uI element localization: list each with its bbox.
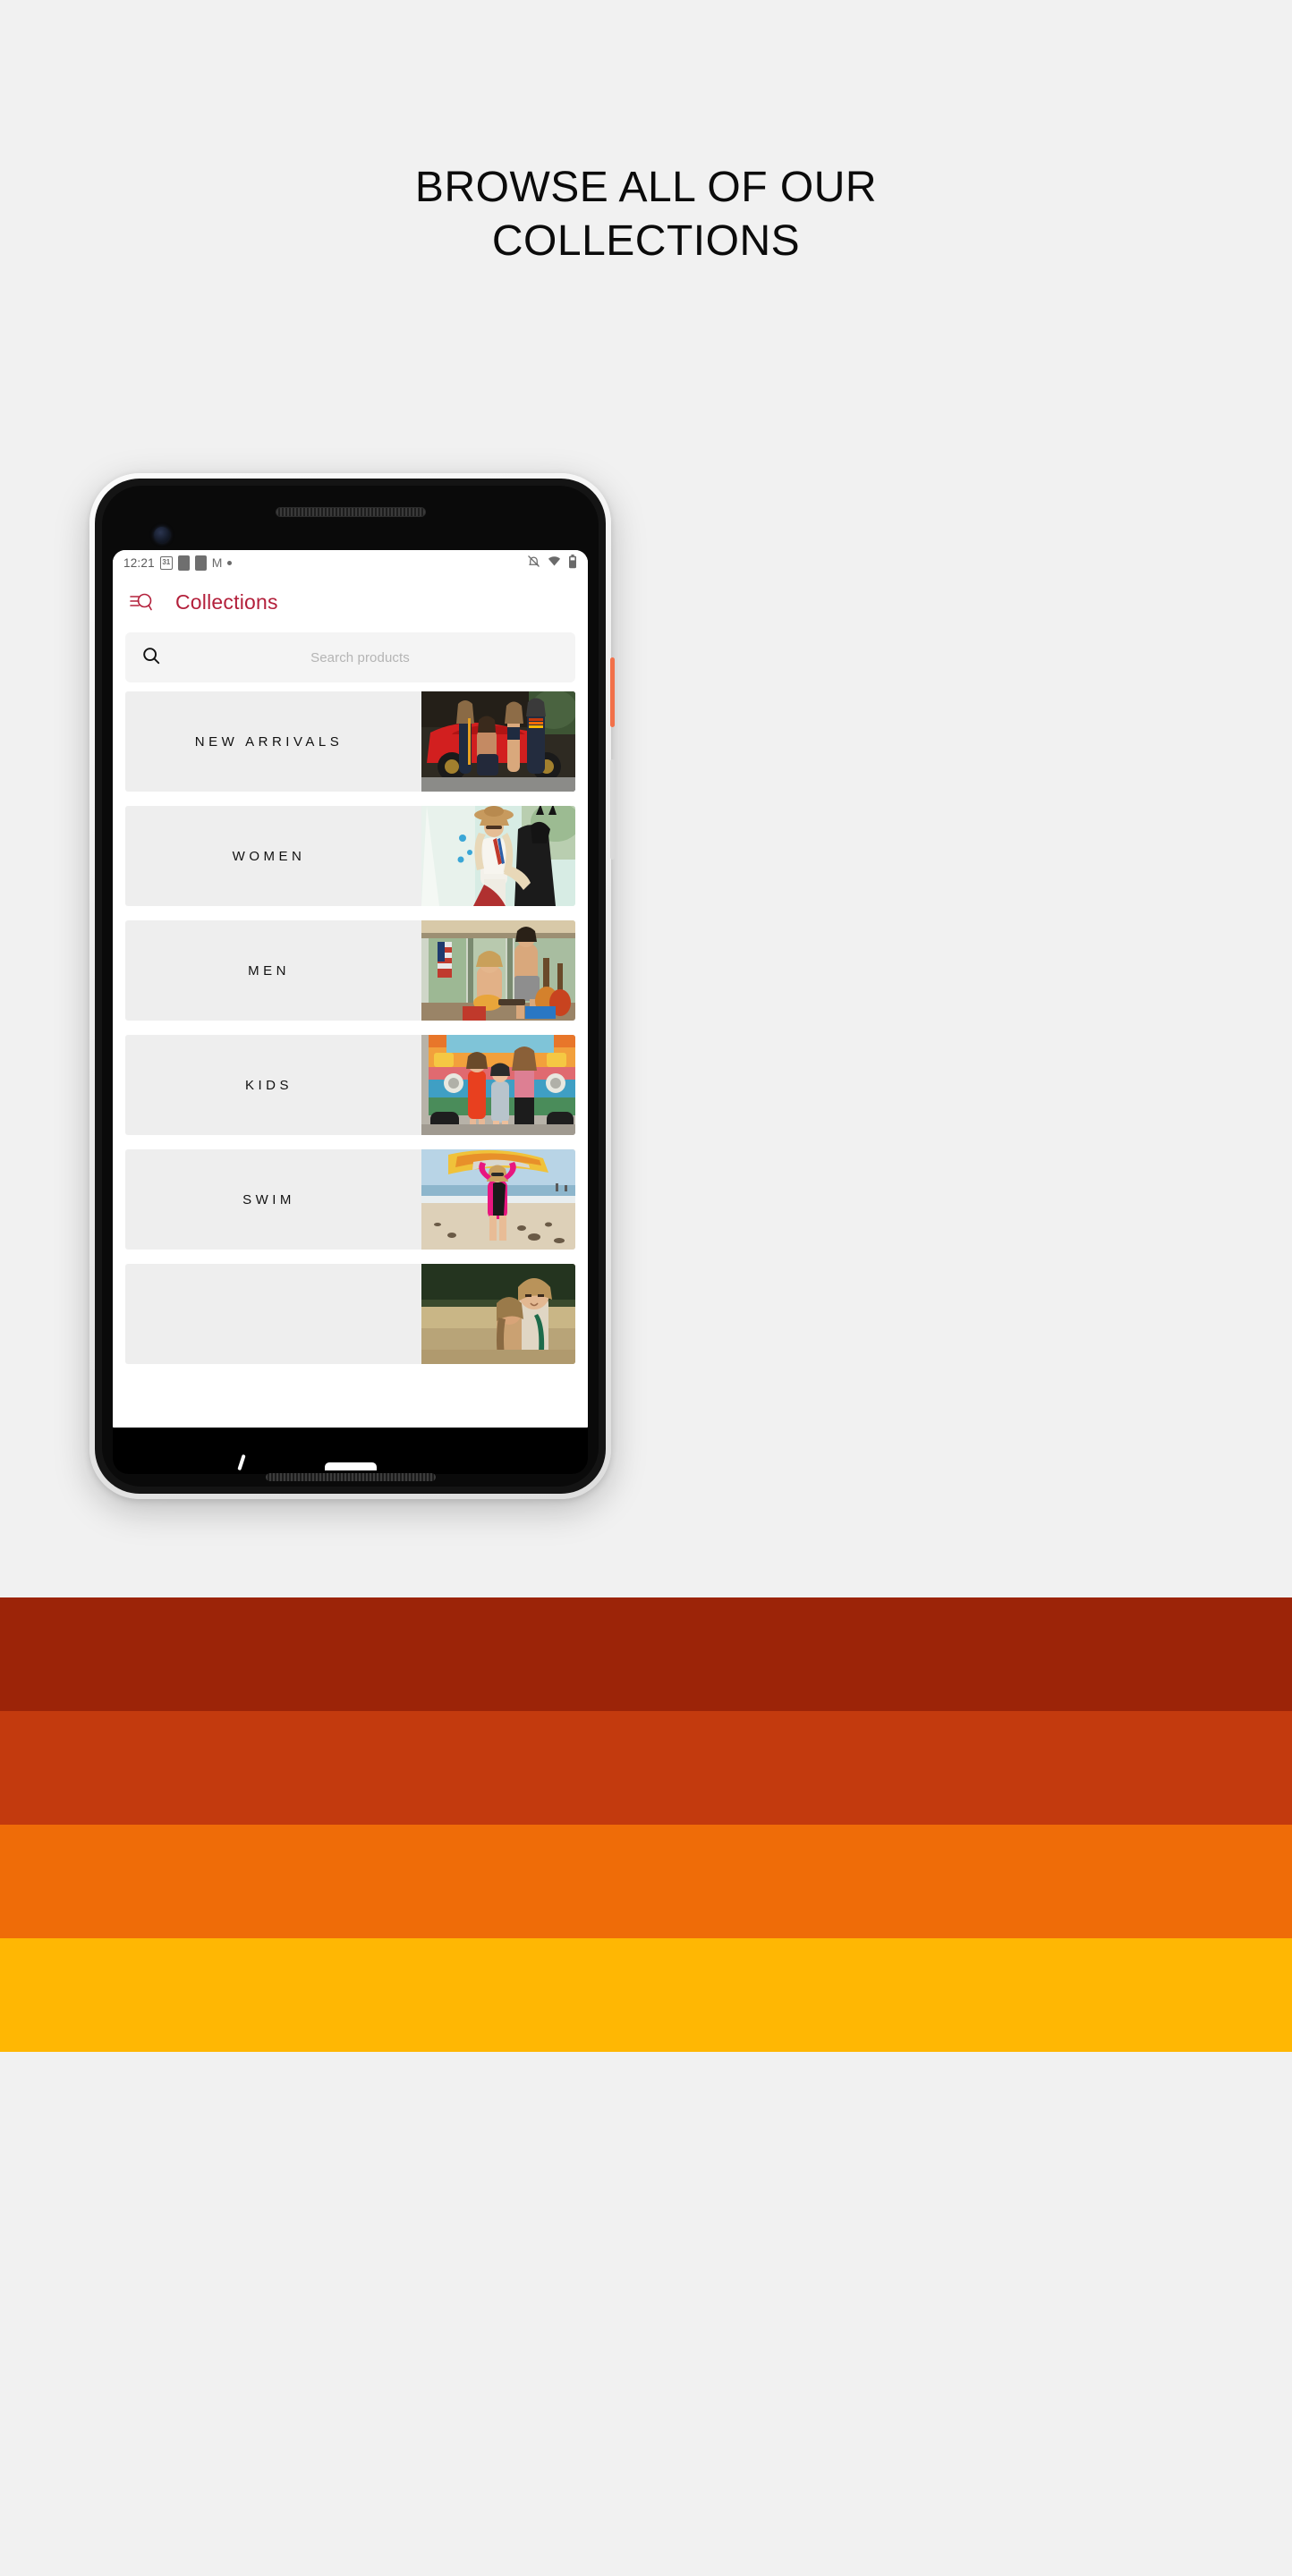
collection-row-partial[interactable]: [125, 1264, 575, 1364]
collection-row-women[interactable]: WOMEN: [125, 806, 575, 906]
collection-label: NEW ARRIVALS: [194, 733, 344, 750]
collection-thumbnail-men: [421, 920, 575, 1021]
battery-icon: [568, 554, 577, 572]
status-bar-clock: 12:21: [123, 555, 155, 570]
collection-label: MEN: [248, 962, 290, 979]
menu-search-icon[interactable]: [129, 590, 154, 614]
bottom-speaker-icon: [265, 1473, 436, 1481]
collection-label: WOMEN: [232, 848, 306, 864]
collection-thumbnail-kids: [421, 1035, 575, 1135]
wifi-icon: [548, 555, 561, 570]
stripe-orange: [0, 1825, 1292, 1938]
collections-list[interactable]: NEW ARRIVALS WOMEN MEN KIDS SWIM: [113, 691, 588, 1429]
collection-row-swim[interactable]: SWIM: [125, 1149, 575, 1250]
collection-row-new-arrivals[interactable]: NEW ARRIVALS: [125, 691, 575, 792]
gmail-icon: M: [211, 555, 223, 570]
collection-thumbnail-women: [421, 806, 575, 906]
collection-row-kids[interactable]: KIDS: [125, 1035, 575, 1135]
status-bar-left: 12:21 31 M: [123, 555, 233, 571]
app-icon: [177, 555, 190, 571]
decorative-stripes: [0, 1597, 1292, 2052]
stripe-amber: [0, 1938, 1292, 2052]
page-title-line-1: BROWSE ALL OF OUR: [414, 164, 878, 211]
back-gesture-icon[interactable]: [237, 1453, 246, 1471]
collection-thumbnail-swim: [421, 1149, 575, 1250]
collection-label: SWIM: [242, 1191, 295, 1208]
power-button[interactable]: [610, 657, 615, 727]
home-gesture-pill[interactable]: [324, 1462, 377, 1470]
stripe-dark-red: [0, 1597, 1292, 1711]
earpiece-speaker-icon: [275, 507, 426, 517]
search-icon: [141, 646, 161, 670]
notifications-off-icon: [527, 555, 540, 571]
collection-row-men[interactable]: MEN: [125, 920, 575, 1021]
app-header: Collections: [113, 575, 588, 629]
android-navigation-bar: [113, 1428, 588, 1474]
front-camera-icon: [154, 527, 170, 543]
phone-screen: 12:21 31 M Collections Search products N…: [113, 550, 588, 1429]
search-input[interactable]: Search products: [125, 632, 575, 682]
collection-thumbnail-partial: [421, 1264, 575, 1364]
collection-label: [125, 1264, 421, 1364]
phone-bezel: 12:21 31 M Collections Search products N…: [102, 486, 599, 1487]
collection-label: KIDS: [244, 1077, 293, 1093]
calendar-icon: 31: [159, 555, 173, 570]
app-icon: [194, 555, 207, 571]
page-title: BROWSE ALL OF OUR COLLECTIONS: [0, 161, 1292, 268]
search-placeholder: Search products: [310, 649, 410, 665]
volume-button[interactable]: [610, 759, 615, 860]
status-bar: 12:21 31 M: [113, 550, 588, 575]
page-title-line-2: COLLECTIONS: [491, 217, 801, 265]
phone-mockup: 12:21 31 M Collections Search products N…: [89, 473, 615, 1499]
dot-icon: [227, 560, 233, 565]
stripe-red-orange: [0, 1711, 1292, 1825]
collection-thumbnail-new-arrivals: [421, 691, 575, 792]
app-title: Collections: [175, 589, 278, 614]
phone-body: 12:21 31 M Collections Search products N…: [95, 479, 606, 1494]
search-section: Search products: [113, 629, 588, 691]
status-bar-right: [527, 554, 577, 572]
